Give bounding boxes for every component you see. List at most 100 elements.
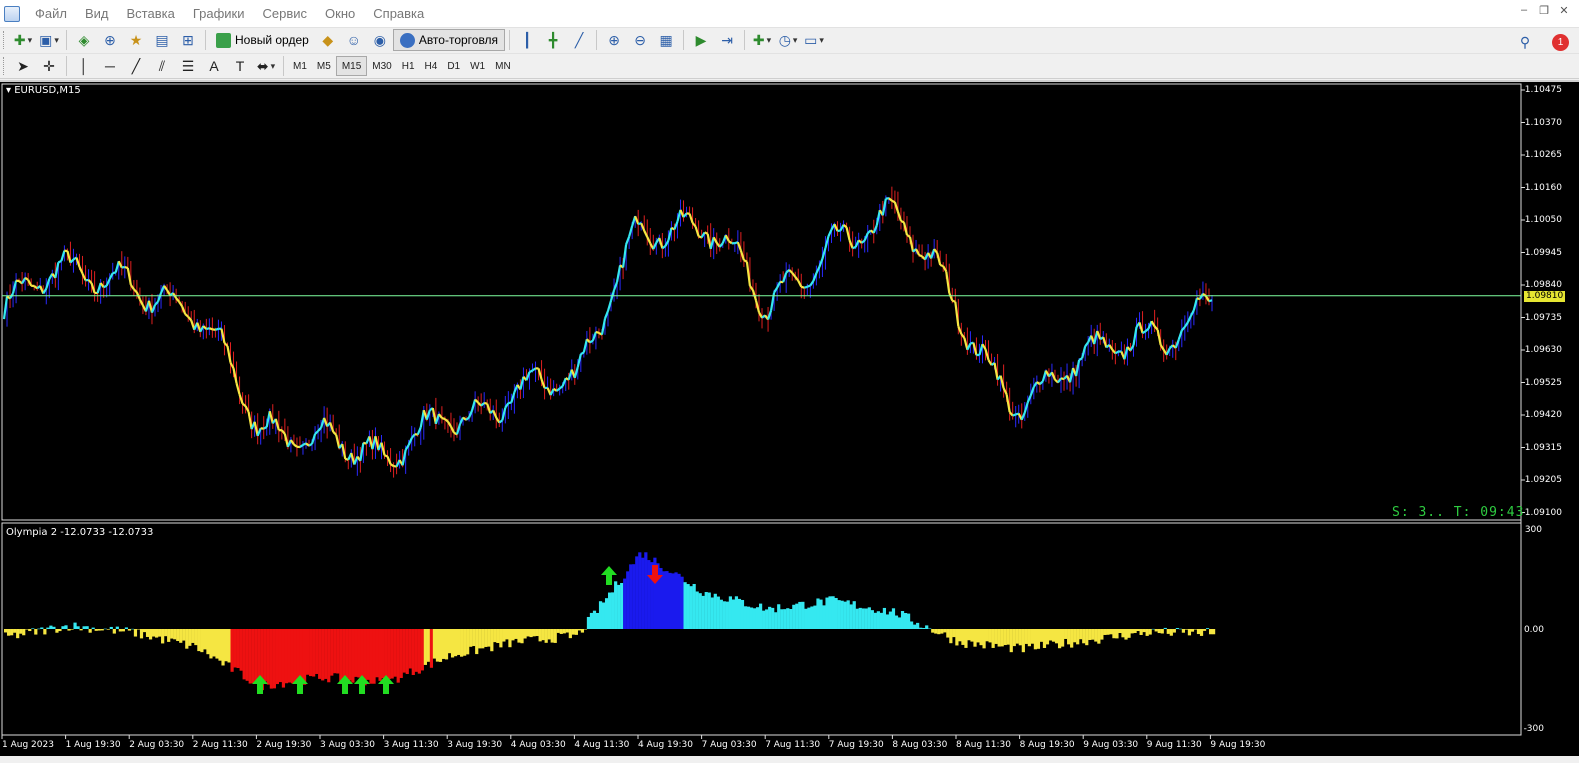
indicator-bar xyxy=(816,598,820,629)
tf-m1[interactable]: M1 xyxy=(288,56,312,76)
indicator-bar xyxy=(961,629,965,645)
zoom-out-icon[interactable]: ⊖ xyxy=(629,29,651,51)
menu-charts[interactable]: Графики xyxy=(184,0,254,27)
vertical-line-icon[interactable]: │ xyxy=(73,55,95,77)
menu-insert[interactable]: Вставка xyxy=(118,0,184,27)
indicator-bar xyxy=(37,628,41,630)
indicator-bar xyxy=(1178,628,1182,630)
indicator-bar xyxy=(731,599,736,629)
tf-w1[interactable]: W1 xyxy=(465,56,490,76)
menu-help[interactable]: Справка xyxy=(364,0,433,27)
tf-h4[interactable]: H4 xyxy=(420,56,443,76)
menu-view[interactable]: Вид xyxy=(76,0,118,27)
time-tick-label: 9 Aug 19:30 xyxy=(1210,740,1266,750)
indicator-bar xyxy=(103,628,107,630)
indicator-bar xyxy=(991,629,995,648)
indicator-bar xyxy=(632,564,636,629)
data-window-icon[interactable]: ⊕ xyxy=(99,29,121,51)
indicator-bar xyxy=(716,596,720,629)
tf-d1[interactable]: D1 xyxy=(442,56,465,76)
indicator-bar xyxy=(281,629,286,688)
indicator-bar xyxy=(822,605,826,629)
navigator-icon[interactable]: ★ xyxy=(125,29,147,51)
tf-mn[interactable]: MN xyxy=(490,56,516,76)
menu-window[interactable]: Окно xyxy=(316,0,364,27)
trendline-icon[interactable]: ╱ xyxy=(125,55,147,77)
notification-badge[interactable]: 1 xyxy=(1552,33,1569,51)
periods-icon[interactable]: ◷ xyxy=(777,29,799,51)
indicator-bar xyxy=(891,608,896,629)
indicator-bar xyxy=(1054,629,1059,644)
autotrading-button[interactable]: Авто-торговля xyxy=(392,29,506,51)
bar-chart-icon[interactable]: ┃ xyxy=(516,29,538,51)
indicator-bar xyxy=(768,606,772,629)
tf-m30[interactable]: M30 xyxy=(367,56,396,76)
line-chart-icon[interactable]: ╱ xyxy=(568,29,590,51)
indicator-bar xyxy=(203,629,207,650)
indicator-bar xyxy=(176,629,180,642)
candlestick-icon[interactable]: ╋ xyxy=(542,29,564,51)
terminal-icon[interactable]: ▤ xyxy=(151,29,173,51)
indicator-bar xyxy=(52,626,56,629)
text-label-icon[interactable]: T xyxy=(229,55,251,77)
indicator-bar xyxy=(988,629,992,643)
indicator-bar xyxy=(903,613,908,629)
indicator-bar xyxy=(544,629,548,643)
indicator-bar xyxy=(429,629,434,668)
indicator-bar xyxy=(46,627,50,629)
indicator-bar xyxy=(88,629,92,633)
indicator-bar xyxy=(1003,629,1007,646)
metaeditor-icon[interactable]: ◆ xyxy=(317,29,339,51)
indicator-bar xyxy=(257,629,261,682)
search-icon[interactable]: ⚲ xyxy=(1514,31,1536,53)
indicator-bar xyxy=(571,629,575,635)
equidistant-channel-icon[interactable]: ⫽ xyxy=(151,55,173,77)
new-order-label: Новый ордер xyxy=(235,33,309,47)
candle-body xyxy=(1114,350,1119,355)
profiles-icon[interactable]: ▣ xyxy=(38,29,60,51)
minimize-icon[interactable]: – xyxy=(1517,4,1531,17)
signals-icon[interactable]: ◉ xyxy=(369,29,391,51)
indicator-bar xyxy=(934,629,938,634)
zoom-in-icon[interactable]: ⊕ xyxy=(603,29,625,51)
indicator-bar xyxy=(674,572,678,629)
chart-canvas[interactable] xyxy=(0,82,1579,758)
indicator-bar xyxy=(867,607,871,629)
symbol-text: EURUSD,M15 xyxy=(14,85,81,96)
new-chart-icon[interactable]: ✚ xyxy=(12,29,34,51)
arrows-icon[interactable]: ⬌ xyxy=(255,55,277,77)
chart-window[interactable]: ▾ EURUSD,M15 1.10475 1.10370 1.10265 1.1016… xyxy=(0,80,1579,756)
indicator-bar xyxy=(755,607,760,629)
horizontal-line-icon[interactable]: ─ xyxy=(99,55,121,77)
restore-icon[interactable]: ❐ xyxy=(1537,4,1551,17)
separator xyxy=(744,30,746,50)
templates-icon[interactable]: ▭ xyxy=(803,29,825,51)
indicator-bar xyxy=(318,629,322,679)
strategy-tester-icon[interactable]: ⊞ xyxy=(177,29,199,51)
fibonacci-icon[interactable]: ☰ xyxy=(177,55,199,77)
chart-shift-icon[interactable]: ⇥ xyxy=(716,29,738,51)
indicator-bar xyxy=(40,627,44,629)
time-tick-label: 3 Aug 19:30 xyxy=(447,740,503,750)
new-order-button[interactable]: Новый ордер xyxy=(210,29,315,51)
text-icon[interactable]: A xyxy=(203,55,225,77)
auto-scroll-icon[interactable]: ▶ xyxy=(690,29,712,51)
indicator-bar xyxy=(194,629,198,646)
menu-tools[interactable]: Сервис xyxy=(254,0,317,27)
cursor-icon[interactable]: ➤ xyxy=(12,55,34,77)
crosshair-icon[interactable]: ✛ xyxy=(38,55,60,77)
indicator-bar xyxy=(43,629,47,635)
market-watch-icon[interactable]: ◈ xyxy=(73,29,95,51)
indicators-icon[interactable]: ✚ xyxy=(751,29,773,51)
community-icon[interactable]: ☺ xyxy=(343,29,365,51)
tf-h1[interactable]: H1 xyxy=(397,56,420,76)
tile-windows-icon[interactable]: ▦ xyxy=(655,29,677,51)
menu-file[interactable]: Файл xyxy=(26,0,76,27)
tf-m5[interactable]: M5 xyxy=(312,56,336,76)
close-icon[interactable]: ✕ xyxy=(1557,4,1571,17)
tf-m15[interactable]: M15 xyxy=(335,56,368,76)
indicator-bar xyxy=(124,627,128,629)
indicator-bar xyxy=(7,629,11,636)
indicator-bar xyxy=(133,629,138,637)
time-tick-label: 8 Aug 19:30 xyxy=(1019,740,1075,750)
